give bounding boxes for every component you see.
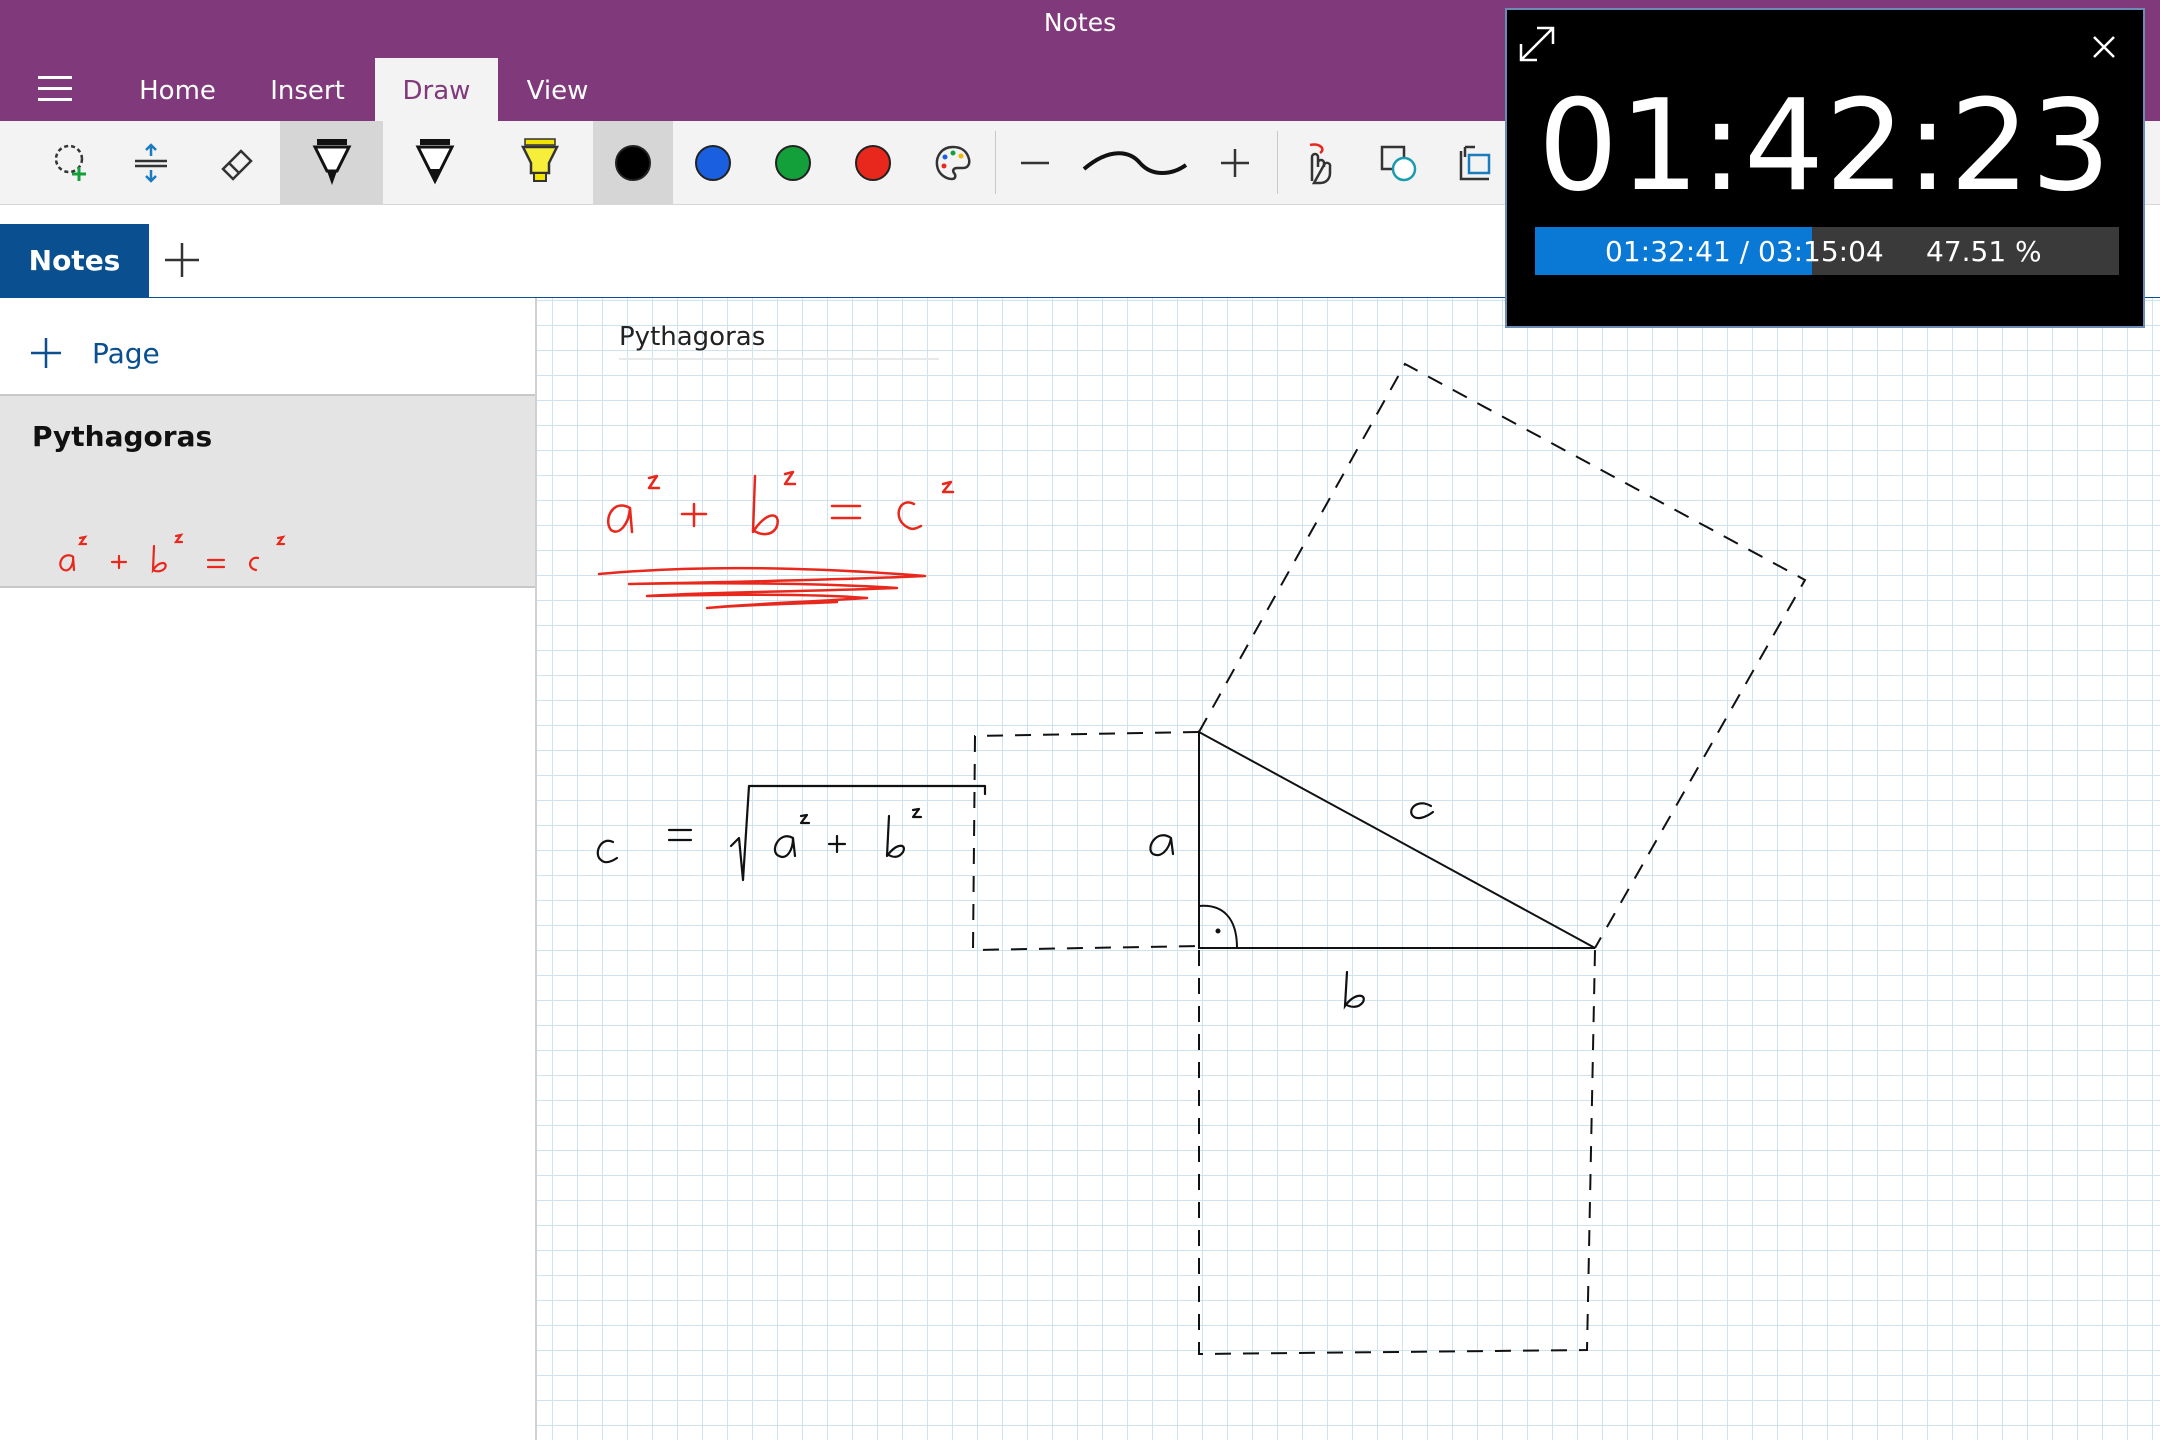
color-green-swatch[interactable] bbox=[760, 121, 826, 204]
stroke-preview-icon[interactable] bbox=[1075, 121, 1195, 204]
timer-percent-text: 47.51 % bbox=[1926, 235, 2042, 268]
timer-progress-text: 01:32:41 / 03:15:04 bbox=[1605, 235, 1884, 268]
timer-progress-bar: 01:32:41 / 03:15:04 47.51 % bbox=[1535, 227, 2119, 275]
section-tab-notes[interactable]: Notes bbox=[0, 224, 149, 297]
add-page-button[interactable]: Page bbox=[28, 328, 160, 378]
hamburger-menu-icon[interactable] bbox=[38, 76, 72, 102]
hypotenuse-formula-ink bbox=[596, 784, 987, 882]
touch-draw-icon[interactable] bbox=[1285, 121, 1351, 204]
page-thumbnail-ink bbox=[59, 533, 286, 574]
add-section-plus-icon[interactable] bbox=[162, 240, 202, 280]
thickness-plus-icon[interactable] bbox=[1210, 121, 1260, 204]
timer-overlay: 01:42:23 01:32:41 / 03:15:04 47.51 % bbox=[1505, 8, 2145, 328]
note-canvas[interactable]: Pythagoras bbox=[537, 298, 2160, 1440]
shapes-icon[interactable] bbox=[1365, 121, 1431, 204]
dashed-squares-ink bbox=[971, 362, 1807, 1356]
lasso-select-icon[interactable] bbox=[40, 121, 106, 204]
add-page-label: Page bbox=[92, 336, 160, 370]
tab-home[interactable]: Home bbox=[120, 58, 235, 121]
expand-icon[interactable] bbox=[1515, 22, 1559, 66]
page-list-item[interactable]: Pythagoras bbox=[0, 394, 535, 588]
plus-icon bbox=[31, 338, 61, 368]
color-red-swatch[interactable] bbox=[840, 121, 906, 204]
eraser-icon[interactable] bbox=[204, 121, 270, 204]
triangle-ink bbox=[1198, 730, 1596, 949]
timer-time: 01:42:23 bbox=[1538, 72, 2112, 219]
tab-draw[interactable]: Draw bbox=[375, 58, 498, 121]
tab-view[interactable]: View bbox=[510, 58, 605, 121]
highlighter-icon[interactable] bbox=[505, 121, 575, 204]
page-item-title: Pythagoras bbox=[32, 420, 213, 453]
color-black-swatch[interactable] bbox=[593, 121, 673, 204]
pen-icon[interactable] bbox=[280, 121, 383, 204]
tab-insert[interactable]: Insert bbox=[250, 58, 365, 121]
page-list-sidebar: Page Pythagoras bbox=[0, 298, 537, 1440]
red-formula-ink bbox=[597, 470, 955, 610]
ink-to-text-icon[interactable] bbox=[1445, 121, 1505, 204]
color-blue-swatch[interactable] bbox=[680, 121, 746, 204]
close-icon[interactable] bbox=[2089, 32, 2119, 62]
insert-space-icon[interactable] bbox=[118, 121, 184, 204]
pencil-icon[interactable] bbox=[400, 121, 470, 204]
color-palette-icon[interactable] bbox=[920, 121, 986, 204]
ink-drawing bbox=[596, 362, 1807, 1356]
thickness-minus-icon[interactable] bbox=[1010, 121, 1060, 204]
triangle-labels-ink bbox=[1149, 802, 1435, 1010]
